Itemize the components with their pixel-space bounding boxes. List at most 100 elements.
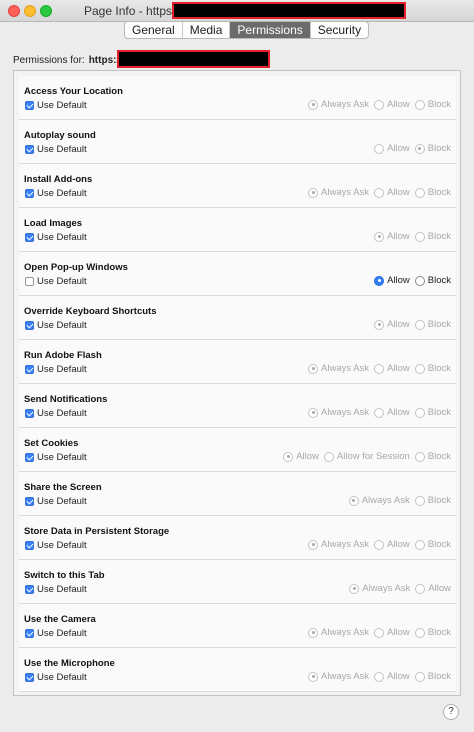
radio-button[interactable] — [414, 99, 425, 110]
option-block[interactable]: Block — [414, 143, 451, 154]
radio-button[interactable] — [414, 627, 425, 638]
radio-button[interactable] — [374, 319, 385, 330]
option-allow[interactable]: Allow — [374, 99, 410, 110]
option-allow[interactable]: Allow — [374, 143, 410, 154]
use-default-checkbox[interactable] — [25, 453, 34, 462]
help-button[interactable]: ? — [443, 704, 459, 720]
option-always-ask[interactable]: Always Ask — [348, 495, 410, 506]
use-default-label[interactable]: Use Default — [37, 144, 87, 155]
radio-button[interactable] — [308, 187, 319, 198]
radio-button[interactable] — [414, 407, 425, 418]
option-allow[interactable]: Allow — [374, 407, 410, 418]
radio-button[interactable] — [374, 187, 385, 198]
radio-button[interactable] — [414, 539, 425, 550]
radio-button[interactable] — [308, 627, 319, 638]
zoom-window-button[interactable] — [40, 5, 52, 17]
option-allow[interactable]: Allow — [374, 539, 410, 550]
option-always-ask[interactable]: Always Ask — [349, 583, 410, 594]
use-default-checkbox[interactable] — [25, 321, 34, 330]
option-always-ask[interactable]: Always Ask — [308, 627, 369, 638]
radio-button[interactable] — [374, 99, 385, 110]
use-default-checkbox[interactable] — [25, 233, 34, 242]
option-allow-for-session[interactable]: Allow for Session — [323, 451, 410, 462]
use-default-label[interactable]: Use Default — [37, 188, 87, 199]
option-block[interactable]: Block — [414, 99, 451, 110]
option-allow[interactable]: Allow — [374, 275, 410, 286]
use-default-label[interactable]: Use Default — [37, 540, 87, 551]
radio-button[interactable] — [414, 275, 425, 286]
use-default-label[interactable]: Use Default — [37, 628, 87, 639]
use-default-checkbox[interactable] — [25, 541, 34, 550]
option-block[interactable]: Block — [414, 671, 451, 682]
radio-button[interactable] — [308, 539, 319, 550]
radio-button[interactable] — [374, 143, 385, 154]
radio-button[interactable] — [414, 187, 425, 198]
option-block[interactable]: Block — [414, 451, 451, 462]
use-default-label[interactable]: Use Default — [37, 364, 87, 375]
radio-button[interactable] — [415, 583, 426, 594]
radio-button[interactable] — [374, 231, 385, 242]
option-always-ask[interactable]: Always Ask — [308, 363, 369, 374]
radio-button[interactable] — [374, 275, 385, 286]
option-block[interactable]: Block — [414, 231, 451, 242]
radio-button[interactable] — [374, 407, 385, 418]
radio-button[interactable] — [414, 143, 425, 154]
option-allow[interactable]: Allow — [374, 231, 410, 242]
option-always-ask[interactable]: Always Ask — [308, 99, 369, 110]
use-default-checkbox[interactable] — [25, 277, 34, 286]
option-block[interactable]: Block — [414, 539, 451, 550]
option-allow[interactable]: Allow — [374, 187, 410, 198]
option-allow[interactable]: Allow — [374, 319, 410, 330]
radio-button[interactable] — [308, 671, 319, 682]
radio-button[interactable] — [283, 451, 294, 462]
option-allow[interactable]: Allow — [374, 627, 410, 638]
radio-button[interactable] — [374, 671, 385, 682]
radio-button[interactable] — [414, 451, 425, 462]
option-always-ask[interactable]: Always Ask — [308, 407, 369, 418]
radio-button[interactable] — [348, 495, 359, 506]
option-block[interactable]: Block — [414, 275, 451, 286]
option-allow[interactable]: Allow — [415, 583, 451, 594]
radio-button[interactable] — [349, 583, 360, 594]
use-default-checkbox[interactable] — [25, 189, 34, 198]
use-default-checkbox[interactable] — [25, 497, 34, 506]
radio-button[interactable] — [414, 363, 425, 374]
tab-general[interactable]: General — [125, 22, 183, 38]
use-default-label[interactable]: Use Default — [37, 496, 87, 507]
radio-button[interactable] — [308, 407, 319, 418]
tab-security[interactable]: Security — [311, 22, 368, 38]
radio-button[interactable] — [414, 495, 425, 506]
tab-permissions[interactable]: Permissions — [230, 22, 311, 38]
use-default-label[interactable]: Use Default — [37, 408, 87, 419]
radio-button[interactable] — [308, 99, 319, 110]
option-block[interactable]: Block — [414, 627, 451, 638]
option-block[interactable]: Block — [414, 363, 451, 374]
option-allow[interactable]: Allow — [374, 671, 410, 682]
radio-button[interactable] — [374, 363, 385, 374]
use-default-label[interactable]: Use Default — [37, 276, 87, 287]
use-default-label[interactable]: Use Default — [37, 672, 87, 683]
option-allow[interactable]: Allow — [283, 451, 319, 462]
use-default-label[interactable]: Use Default — [37, 452, 87, 463]
option-always-ask[interactable]: Always Ask — [308, 187, 369, 198]
minimize-window-button[interactable] — [24, 5, 36, 17]
radio-button[interactable] — [374, 539, 385, 550]
option-always-ask[interactable]: Always Ask — [308, 671, 369, 682]
use-default-label[interactable]: Use Default — [37, 320, 87, 331]
radio-button[interactable] — [308, 363, 319, 374]
tab-media[interactable]: Media — [183, 22, 231, 38]
use-default-label[interactable]: Use Default — [37, 232, 87, 243]
option-allow[interactable]: Allow — [374, 363, 410, 374]
option-block[interactable]: Block — [414, 495, 451, 506]
radio-button[interactable] — [414, 671, 425, 682]
use-default-label[interactable]: Use Default — [37, 100, 87, 111]
use-default-checkbox[interactable] — [25, 101, 34, 110]
use-default-checkbox[interactable] — [25, 629, 34, 638]
radio-button[interactable] — [323, 451, 334, 462]
radio-button[interactable] — [414, 231, 425, 242]
option-block[interactable]: Block — [414, 319, 451, 330]
close-window-button[interactable] — [8, 5, 20, 17]
use-default-checkbox[interactable] — [25, 365, 34, 374]
use-default-label[interactable]: Use Default — [37, 584, 87, 595]
radio-button[interactable] — [414, 319, 425, 330]
